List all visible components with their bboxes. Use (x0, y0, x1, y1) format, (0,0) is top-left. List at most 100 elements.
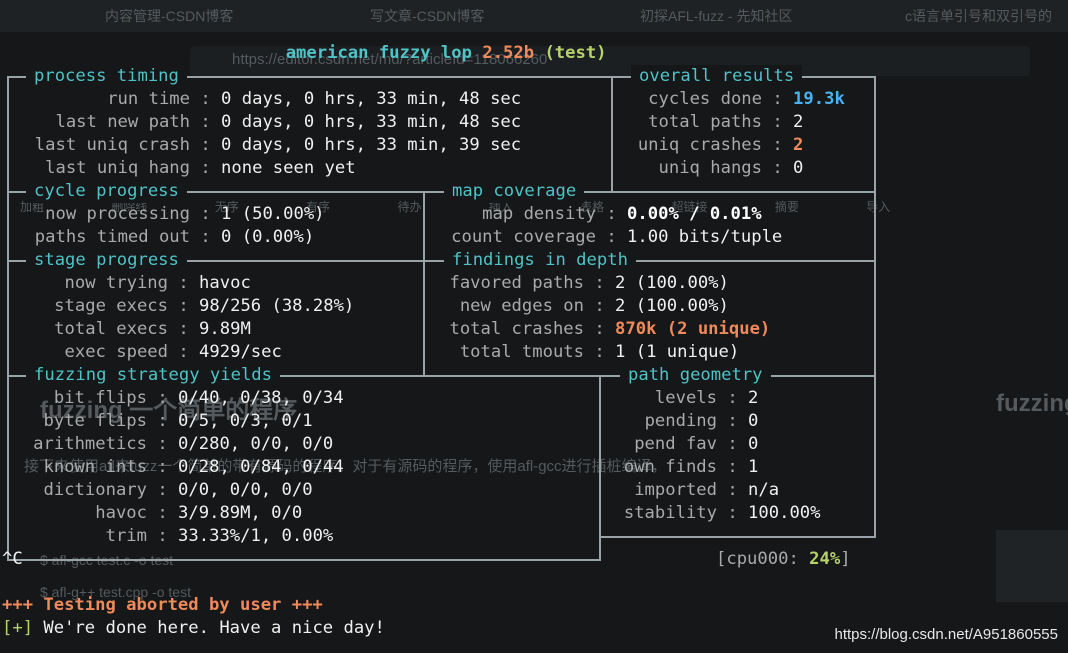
value: 870k (2 unique) (615, 319, 771, 339)
value: 0 (0.00%) (221, 227, 315, 247)
section-map-coverage: map coverage (444, 180, 585, 203)
row-uniq-hangs: uniq hangs : 0 (624, 157, 804, 180)
aborted-message: +++ Testing aborted by user +++ (2, 595, 323, 615)
label: map density (482, 204, 596, 224)
cpu-indicator: [cpu000: 24%] (716, 549, 851, 569)
row-stage-execs: stage execs : 98/256 (38.28%) (22, 295, 354, 318)
label: trim (105, 526, 147, 546)
label: uniq hangs (658, 158, 762, 178)
label: cycles done (648, 89, 762, 109)
value: none seen yet (221, 158, 356, 178)
value: 0/40, 0/38, 0/34 (178, 388, 344, 408)
row-favored-paths: favored paths : 2 (100.00%) (438, 272, 729, 295)
value: 2 (100.00%) (615, 273, 729, 293)
label: new edges on (459, 296, 584, 316)
row-now-processing: now processing : 1 (50.00%) (22, 203, 325, 226)
label: imported (634, 480, 717, 500)
value: 2 (793, 135, 804, 155)
row-havoc: havoc : 3/9.89M, 0/0 (22, 502, 302, 525)
value: 9.89M (199, 319, 251, 339)
section-overall-results: overall results (631, 65, 803, 88)
row-total-crashes: total crashes : 870k (2 unique) (438, 318, 770, 341)
value: 0/5, 0/3, 0/1 (178, 411, 313, 431)
value: 0 days, 0 hrs, 33 min, 48 sec (221, 112, 522, 132)
row-paths-timed-out: paths timed out : 0 (0.00%) (22, 226, 314, 249)
label: arithmetics (33, 434, 147, 454)
value: 0/280, 0/0, 0/0 (178, 434, 334, 454)
label: dictionary (43, 480, 147, 500)
section-findings: findings in depth (444, 249, 636, 272)
row-stability: stability : 100.00% (612, 502, 821, 525)
label: now processing (45, 204, 190, 224)
section-cycle-progress: cycle progress (26, 180, 187, 203)
row-byte-flips: byte flips : 0/5, 0/3, 0/1 (22, 410, 313, 433)
value: 1.00 bits/tuple (627, 227, 783, 247)
label: total execs (54, 319, 168, 339)
cpu-value: 24% (809, 549, 841, 569)
label: total tmouts (459, 342, 584, 362)
row-pend-fav: pend fav : 0 (612, 433, 758, 456)
done-message: We're done here. Have a nice day! (43, 618, 385, 638)
row-pending: pending : 0 (612, 410, 759, 433)
label: total crashes (449, 319, 584, 339)
afl-version: 2.52b (482, 43, 535, 63)
label: favored paths (449, 273, 584, 293)
preview-code-block (996, 530, 1068, 602)
label: stability (623, 503, 717, 523)
value: 1 (1 unique) (615, 342, 740, 362)
value: 2 (100.00%) (615, 296, 729, 316)
value: 0 (748, 434, 759, 454)
label: levels (654, 388, 717, 408)
value: 0 (748, 411, 759, 431)
section-process-timing: process timing (26, 65, 187, 88)
ctrl-c: ^C (2, 549, 23, 569)
label: run time (107, 89, 190, 109)
row-uniq-crashes: uniq crashes : 2 (624, 134, 804, 157)
row-dictionary: dictionary : 0/0, 0/0, 0/0 (22, 479, 313, 502)
row-last-uniq-crash: last uniq crash : 0 days, 0 hrs, 33 min,… (22, 134, 521, 157)
label: stage execs (54, 296, 168, 316)
browser-tab-1[interactable]: 内容管理-CSDN博客 (105, 6, 233, 26)
afl-name: american fuzzy lop (285, 43, 472, 63)
row-cycles-done: cycles done : 19.3k (624, 88, 845, 111)
label: total paths (648, 112, 762, 132)
browser-tab-3[interactable]: 初探AFL-fuzz - 先知社区 (640, 6, 792, 26)
row-imported: imported : n/a (612, 479, 779, 502)
label: pend fav (634, 434, 717, 454)
section-strategy: fuzzing strategy yields (26, 364, 280, 387)
label: last uniq hang (45, 158, 190, 178)
row-last-uniq-hang: last uniq hang : none seen yet (22, 157, 356, 180)
value: 100.00% (748, 503, 821, 523)
preview-heading: fuzzing (996, 390, 1068, 417)
label: paths timed out (34, 227, 190, 247)
row-last-new-path: last new path : 0 days, 0 hrs, 33 min, 4… (22, 111, 521, 134)
value: 0/28, 0/84, 0/44 (178, 457, 344, 477)
row-total-tmouts: total tmouts : 1 (1 unique) (438, 341, 739, 364)
value: n/a (748, 480, 780, 500)
section-path-geometry: path geometry (620, 364, 771, 387)
value: 4929/sec (199, 342, 282, 362)
value: 1 (50.00%) (221, 204, 325, 224)
value: 19.3k (793, 89, 845, 109)
done-line: [+] We're done here. Have a nice day! (2, 617, 385, 640)
label: havoc (95, 503, 147, 523)
afl-title: american fuzzy lop 2.52b (test) (265, 19, 607, 65)
value: 1 (748, 457, 759, 477)
value: 33.33%/1, 0.00% (178, 526, 334, 546)
done-tag: [+] (2, 618, 34, 638)
value: 98/256 (38.28%) (199, 296, 355, 316)
row-new-edges: new edges on : 2 (100.00%) (438, 295, 729, 318)
row-levels: levels : 2 (612, 387, 759, 410)
label: exec speed (64, 342, 168, 362)
label: own finds (623, 457, 717, 477)
value: 0 days, 0 hrs, 33 min, 48 sec (221, 89, 522, 109)
label: byte flips (43, 411, 147, 431)
value: 0 (793, 158, 804, 178)
browser-tab-4[interactable]: c语言单引号和双引号的 (905, 6, 1052, 26)
row-known-ints: known ints : 0/28, 0/84, 0/44 (22, 456, 344, 479)
value: 0 days, 0 hrs, 33 min, 39 sec (221, 135, 522, 155)
row-map-density: map density : 0.00% / 0.01% (438, 203, 761, 226)
label: pending (644, 411, 717, 431)
label: last uniq crash (34, 135, 190, 155)
row-trim: trim : 33.33%/1, 0.00% (22, 525, 334, 548)
